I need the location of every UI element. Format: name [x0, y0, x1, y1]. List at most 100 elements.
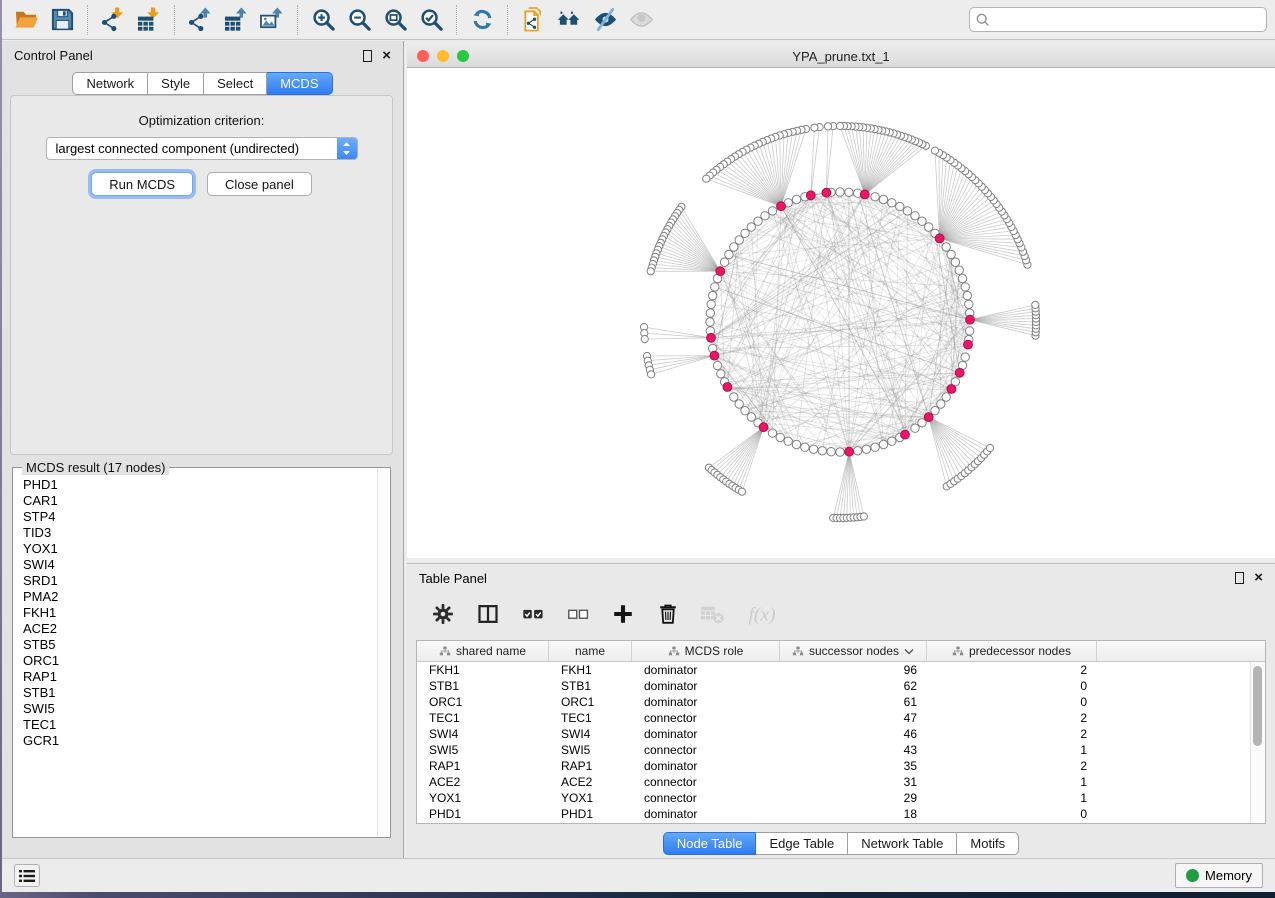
close-table-panel-icon[interactable]: ×: [1254, 572, 1263, 584]
export-table-icon: [224, 7, 249, 32]
table-tab-motifs[interactable]: Motifs: [957, 832, 1019, 855]
apply-layout-button[interactable]: [464, 3, 500, 37]
tab-style[interactable]: Style: [148, 72, 204, 95]
close-window-icon[interactable]: [417, 50, 429, 62]
result-item[interactable]: SRD1: [14, 573, 376, 589]
criterion-dropdown[interactable]: largest connected component (undirected): [46, 137, 358, 160]
table-tab-edge-table[interactable]: Edge Table: [756, 832, 848, 855]
scrollbar-thumb[interactable]: [1253, 666, 1262, 746]
minimize-window-icon[interactable]: [437, 50, 449, 62]
select-all-button[interactable]: [519, 600, 547, 630]
column-header-name[interactable]: name: [549, 641, 632, 661]
column-header-shared-name[interactable]: shared name: [417, 641, 549, 661]
tab-select[interactable]: Select: [204, 72, 267, 95]
result-item[interactable]: YOX1: [14, 541, 376, 557]
show-all-button[interactable]: [623, 3, 659, 37]
open-file-button[interactable]: [8, 3, 44, 37]
result-item[interactable]: CAR1: [14, 493, 376, 509]
result-item[interactable]: SWI5: [14, 701, 376, 717]
close-panel-icon[interactable]: ×: [382, 50, 391, 62]
hide-selected-button[interactable]: [587, 3, 623, 37]
table-row[interactable]: TEC1TEC1connector472: [417, 710, 1250, 726]
table-row[interactable]: ACE2ACE2connector311: [417, 774, 1250, 790]
result-item[interactable]: ORC1: [14, 653, 376, 669]
table-row[interactable]: STB1STB1dominator620: [417, 678, 1250, 694]
function-builder-button[interactable]: f(x): [744, 600, 790, 630]
first-neighbors-button[interactable]: [551, 3, 587, 37]
export-web-page-button[interactable]: [515, 3, 551, 37]
export-image-button[interactable]: [254, 3, 290, 37]
export-table-button[interactable]: [218, 3, 254, 37]
export-network-button[interactable]: [182, 3, 218, 37]
column-header-mcds-role[interactable]: MCDS role: [632, 641, 780, 661]
result-item[interactable]: PMA2: [14, 589, 376, 605]
export-network-icon: [188, 7, 213, 32]
toolbar-separator: [87, 5, 88, 35]
table-row[interactable]: ORC1ORC1dominator610: [417, 694, 1250, 710]
cell-mcds-role: dominator: [632, 758, 780, 774]
maximize-window-icon[interactable]: [457, 50, 469, 62]
panel-menu-button[interactable]: [14, 864, 40, 887]
import-network-button[interactable]: [95, 3, 131, 37]
table-row[interactable]: SWI5SWI5connector431: [417, 742, 1250, 758]
table-row[interactable]: YOX1YOX1connector291: [417, 790, 1250, 806]
result-item[interactable]: PHD1: [14, 477, 376, 493]
table-row[interactable]: SWI4SWI4dominator462: [417, 726, 1250, 742]
result-item[interactable]: RAP1: [14, 669, 376, 685]
result-item[interactable]: STB1: [14, 685, 376, 701]
table-scrollbar[interactable]: [1250, 662, 1265, 823]
table-tab-network-table[interactable]: Network Table: [848, 832, 957, 855]
cell-successor-nodes: 47: [780, 710, 927, 726]
result-item[interactable]: STB5: [14, 637, 376, 653]
result-item[interactable]: FKH1: [14, 605, 376, 621]
mcds-tab-content: Optimization criterion: largest connecte…: [10, 95, 393, 455]
memory-button[interactable]: Memory: [1175, 863, 1263, 888]
cell-shared-name: TEC1: [417, 710, 549, 726]
split-panel-button[interactable]: [474, 600, 502, 630]
export-image-icon: [260, 7, 285, 32]
table-tab-node-table[interactable]: Node Table: [663, 832, 757, 855]
zoom-fit-button[interactable]: [377, 3, 413, 37]
float-panel-icon[interactable]: [363, 50, 372, 62]
search-input[interactable]: [995, 10, 1260, 30]
cell-name: ORC1: [549, 694, 632, 710]
mcds-result-group: MCDS result (17 nodes) PHD1CAR1STP4TID3Y…: [12, 467, 391, 838]
deselect-all-button[interactable]: [564, 600, 592, 630]
run-mcds-button[interactable]: Run MCDS: [91, 172, 193, 196]
table-row[interactable]: PHD1PHD1dominator180: [417, 806, 1250, 822]
function-builder-icon: f(x): [745, 602, 789, 629]
result-scrollbar[interactable]: [377, 469, 389, 836]
tab-mcds[interactable]: MCDS: [267, 72, 332, 95]
tab-network[interactable]: Network: [72, 72, 148, 95]
control-panel-title: Control Panel: [14, 48, 93, 63]
table-row[interactable]: FKH1FKH1dominator962: [417, 662, 1250, 678]
search-box[interactable]: [969, 7, 1267, 32]
control-panel: Control Panel × NetworkStyleSelectMCDS O…: [2, 41, 404, 858]
zoom-fit-icon: [383, 7, 408, 32]
table-row[interactable]: RAP1RAP1dominator352: [417, 758, 1250, 774]
result-item[interactable]: GCR1: [14, 733, 376, 749]
column-header-predecessor-nodes[interactable]: predecessor nodes: [927, 641, 1097, 661]
delete-column-button[interactable]: [654, 600, 682, 630]
result-item[interactable]: ACE2: [14, 621, 376, 637]
zoom-selected-button[interactable]: [413, 3, 449, 37]
import-table-button[interactable]: [131, 3, 167, 37]
network-graph[interactable]: [407, 68, 1275, 558]
close-panel-button[interactable]: Close panel: [207, 172, 312, 196]
result-item[interactable]: TID3: [14, 525, 376, 541]
column-header-successor-nodes[interactable]: successor nodes: [780, 641, 927, 661]
zoom-out-button[interactable]: [341, 3, 377, 37]
settings-button[interactable]: [429, 600, 457, 630]
criterion-value: largest connected component (undirected): [47, 141, 337, 156]
save-session-button[interactable]: [44, 3, 80, 37]
result-item[interactable]: TEC1: [14, 717, 376, 733]
network-canvas[interactable]: [407, 68, 1275, 558]
zoom-in-button[interactable]: [305, 3, 341, 37]
add-column-button[interactable]: [609, 600, 637, 630]
network-window-title: YPA_prune.txt_1: [407, 49, 1275, 64]
result-item[interactable]: SWI4: [14, 557, 376, 573]
cell-predecessor-nodes: 2: [927, 726, 1097, 742]
float-table-panel-icon[interactable]: [1235, 572, 1244, 584]
result-item[interactable]: STP4: [14, 509, 376, 525]
delete-table-button[interactable]: [699, 600, 727, 630]
